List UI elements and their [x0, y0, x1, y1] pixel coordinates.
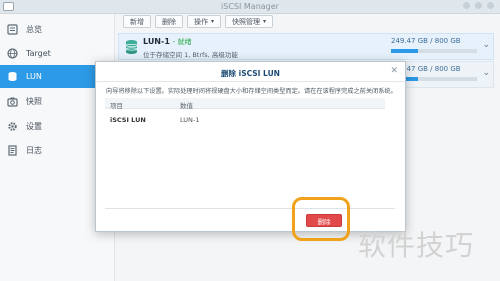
lun-description: 位于存储空间 1, Btrfs, 高级功能	[143, 51, 238, 59]
title-bar: iSCSI Manager	[0, 0, 500, 14]
close-icon[interactable]: ✕	[390, 66, 398, 76]
table-cell-value: LUN-1	[180, 116, 200, 124]
toolbar: 新增 删除 操作 ▾ 快照管理 ▾	[123, 15, 274, 28]
sidebar-item-label: Target	[26, 49, 51, 58]
delete-button[interactable]: 删除	[155, 15, 183, 28]
sidebar-item-label: LUN	[26, 72, 42, 81]
globe-icon	[7, 48, 18, 59]
overview-icon	[7, 24, 18, 35]
footer-divider	[105, 208, 395, 209]
capacity-bar-fill	[391, 49, 418, 53]
chevron-down-icon[interactable]: ⌄	[482, 40, 490, 50]
delete-lun-dialog: 删除 iSCSI LUN ✕ 向导将移除以下设置。实际处理时间将视硬盘大小和存储…	[95, 61, 406, 232]
action-dropdown[interactable]: 操作 ▾	[187, 15, 222, 28]
column-header-value: 数值	[180, 102, 193, 110]
window-title: iSCSI Manager	[221, 2, 279, 11]
capacity-bar	[391, 49, 477, 53]
database-icon	[125, 39, 138, 57]
table-cell-item: iSCSI LUN	[110, 116, 146, 124]
sidebar-item-overview[interactable]: 总览	[0, 18, 114, 41]
log-icon	[7, 145, 18, 156]
sidebar-item-label: 快照	[26, 97, 42, 106]
dialog-title: 删除 iSCSI LUN	[96, 62, 405, 82]
snapshot-dropdown-label: 快照管理	[232, 17, 261, 26]
gear-icon	[7, 121, 18, 132]
sidebar-item-label: 总览	[26, 25, 42, 34]
window-controls	[463, 2, 494, 9]
maximize-button[interactable]	[475, 2, 482, 9]
column-header-item: 项目	[110, 102, 123, 110]
lun-row[interactable]: LUN-1 - 就绪 位于存储空间 1, Btrfs, 高级功能 249.47 …	[118, 33, 494, 60]
lun-capacity: 249.47 GB / 800 GB	[391, 37, 461, 45]
dialog-message: 向导将移除以下设置。实际处理时间将视硬盘大小和存储空间类型而定。请在在该程序完成…	[106, 88, 397, 95]
sidebar-item-label: 日志	[26, 146, 42, 155]
close-window-button[interactable]	[487, 2, 494, 9]
lun-status: - 就绪	[172, 38, 192, 46]
minimize-button[interactable]	[463, 2, 470, 9]
database-icon	[7, 71, 18, 82]
lun-name-text: LUN-1	[143, 37, 170, 46]
chevron-down-icon[interactable]: ⌄	[482, 68, 490, 78]
annotation-highlight	[292, 197, 350, 241]
watermark: 软件技巧	[358, 229, 475, 262]
caret-down-icon: ▾	[263, 18, 267, 25]
lun-name: LUN-1 - 就绪	[143, 37, 191, 47]
snapshot-dropdown[interactable]: 快照管理 ▾	[225, 15, 274, 28]
action-dropdown-label: 操作	[194, 17, 208, 26]
caret-down-icon: ▾	[211, 18, 215, 25]
new-button[interactable]: 新增	[123, 15, 151, 28]
camera-icon	[7, 96, 18, 107]
sidebar-item-label: 设置	[26, 122, 42, 131]
table-header	[105, 98, 385, 109]
